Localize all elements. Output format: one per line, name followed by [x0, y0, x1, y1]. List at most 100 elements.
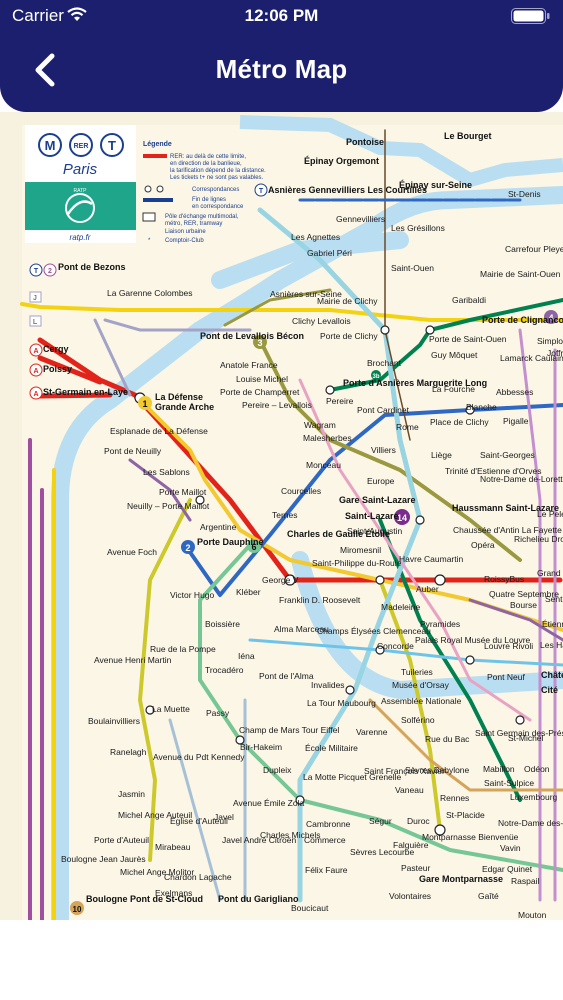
svg-text:ratp.fr: ratp.fr: [70, 233, 91, 242]
station-label-javel: Javel: [214, 812, 234, 822]
station-label-notre-dame-lorette: Notre-Dame de-Lorette: [480, 474, 563, 484]
station-label-pont-levallois: Pont de Levallois Bécon: [200, 331, 304, 341]
station-label-pont-alma: Pont de l'Alma: [259, 671, 314, 681]
station-label-mairie-clichy: Mairie de Clichy: [317, 296, 378, 306]
station-label-pereire: Pereire: [326, 396, 354, 406]
station-label-rue-pompe: Rue de la Pompe: [150, 644, 216, 654]
station-label-louvre-rivoli: Louvre Rivoli: [484, 641, 533, 651]
svg-text:A: A: [33, 348, 38, 355]
battery-icon: [511, 8, 551, 24]
station-label-st-denis: St-Denis: [508, 189, 541, 199]
station-label-avenue-foch: Avenue Foch: [107, 547, 157, 557]
station-label-havre-caumartin: Havre Caumartin: [399, 554, 464, 564]
station-label-montparnasse: Montparnasse Bienvenüe: [422, 832, 519, 842]
station-label-les-halles: Les Halles: [540, 640, 563, 650]
station-label-le-bourget: Le Bourget: [444, 131, 492, 141]
station-label-opera: Opéra: [471, 540, 495, 550]
station-label-kleber: Kléber: [236, 587, 261, 597]
station-label-miromesnil: Miromesnil: [340, 545, 381, 555]
station-label-st-germain: St-Germain en-Laye: [43, 387, 128, 397]
station-label-boulogne-pont-st-cloud: Boulogne Pont de St-Cloud: [86, 894, 203, 904]
station-label-gare-st-lazare: Gare Saint-Lazare: [339, 495, 416, 505]
station-label-odeon: Odéon: [524, 764, 550, 774]
svg-text:RER: au delà de cette limite,: RER: au delà de cette limite,: [170, 154, 246, 160]
station-label-avenue-emile-zola: Avenue Émile Zola: [233, 798, 304, 808]
station-label-pontoise: Pontoise: [346, 137, 384, 147]
station-label-grands-boulevards: Grand Boulev: [537, 568, 563, 578]
svg-text:T: T: [34, 268, 39, 275]
station-label-rennes: Rennes: [440, 793, 469, 803]
station-label-auber: Auber: [416, 584, 439, 594]
station-label-champ-mars: Champ de Mars Tour Eiffel: [239, 725, 339, 735]
station-label-iena: Iéna: [238, 651, 255, 661]
station-label-porte-dauphine: Porte Dauphine: [197, 537, 264, 547]
station-label-mairie-saint-ouen: Mairie de Saint-Ouen: [480, 269, 561, 279]
station-label-jasmin: Jasmin: [118, 789, 145, 799]
station-label-saint-ouen: Saint-Ouen: [391, 263, 434, 273]
station-label-concorde: Concorde: [377, 641, 414, 651]
svg-text:A: A: [33, 368, 38, 375]
station-label-pereire-levallois: Pereire – Levallois: [242, 400, 312, 410]
station-label-garibaldi: Garibaldi: [452, 295, 486, 305]
station-label-roissybus: RoissyBus: [484, 574, 524, 584]
station-label-commerce: Commerce: [304, 835, 346, 845]
station-label-richelieu: Richelieu Drouot: [514, 534, 563, 544]
station-label-courcelles: Courcelles: [281, 486, 321, 496]
station-label-vaneau: Vaneau: [395, 785, 424, 795]
svg-text:RER: RER: [74, 143, 89, 150]
svg-text:Les tickets t+ ne sont pas val: Les tickets t+ ne sont pas valables.: [170, 175, 264, 181]
station-label-pont-neuilly: Pont de Neuilly: [104, 446, 162, 456]
svg-text:L: L: [33, 319, 38, 326]
station-label-sevres-babylone: Sèvres Babylone: [405, 765, 470, 775]
station-label-assemblee: Assemblée Nationale: [381, 696, 462, 706]
station-label-esplanade: Esplanade de La Défense: [110, 426, 208, 436]
station-label-franklin: Franklin D. Roosevelt: [279, 595, 361, 605]
station-label-ecole-militaire: École Militaire: [305, 743, 358, 753]
station-label-raspail: Raspail: [511, 876, 539, 886]
station-label-gare-montparnasse: Gare Montparnasse: [419, 874, 503, 884]
station-label-pont-neuf: Pont Neuf: [487, 672, 525, 682]
svg-text:en direction de la banlieue,: en direction de la banlieue,: [170, 161, 242, 167]
station-label-passy: Passy: [206, 708, 230, 718]
station-label-volontaires: Volontaires: [389, 891, 431, 901]
station-label-ranelagh: Ranelagh: [110, 747, 147, 757]
station-label-brochant: Brochant: [367, 358, 402, 368]
station-label-argentine: Argentine: [200, 522, 237, 532]
ratp-logo: M RER T Paris RATP ratp.fr: [25, 125, 136, 243]
station-label-ternes: Ternes: [272, 510, 298, 520]
station-label-solferino: Solférino: [401, 715, 435, 725]
station-label-neuilly-pm: Neuilly – Porte Maillot: [127, 501, 210, 511]
navigation-bar: Carrier 12:06 PM Métro Map: [0, 0, 563, 112]
station-label-avenue-henri-martin: Avenue Henri Martin: [94, 655, 172, 665]
station-label-anatole-france: Anatole France: [220, 360, 278, 370]
metro-map-view[interactable]: 1 2 3 6 14 10 4 3b M RER T Paris RATP ra…: [0, 112, 563, 920]
station-label-saint-placide: St-Placide: [446, 810, 485, 820]
station-label-rue-du-bac: Rue du Bac: [425, 734, 470, 744]
station-label-jules-joffrin: Joffr: [547, 348, 563, 358]
station-label-pyramides: Pyramides: [420, 619, 460, 629]
station-label-boucicaut: Boucicaut: [291, 903, 329, 913]
station-label-notre-dame-champs: Notre-Dame des-Champs: [498, 818, 563, 828]
station-label-chatelet: Châtel: [541, 670, 563, 680]
status-time: 12:06 PM: [244, 6, 319, 25]
station-label-gresillons: Les Grésillons: [391, 223, 445, 233]
station-label-saint-georges: Saint-Georges: [480, 450, 535, 460]
station-label-la-tour-maubourg: La Tour Maubourg: [307, 698, 376, 708]
station-label-champs-elysees: Champs Élysées Clemenceau: [317, 626, 431, 636]
svg-text:Comptoir-Club: Comptoir-Club: [165, 238, 204, 244]
station-label-pont-garigliano: Pont du Garigliano: [218, 894, 299, 904]
station-label-porte-clignancourt: Porte de Clignancourt: [482, 315, 563, 325]
station-label-guy-moquet: Guy Môquet: [431, 350, 478, 360]
svg-text:T: T: [259, 188, 264, 195]
svg-text:Paris: Paris: [63, 161, 98, 178]
svg-text:Correspondances: Correspondances: [192, 187, 239, 193]
station-label-st-philippe: Saint-Philippe du-Roule: [312, 558, 402, 568]
station-label-cite: Cité: [541, 685, 558, 695]
station-label-place-clichy: Place de Clichy: [430, 417, 489, 427]
bottom-safe-area: [0, 920, 563, 1000]
status-bar: Carrier 12:06 PM: [0, 6, 563, 26]
station-label-vavin: Vavin: [500, 843, 521, 853]
station-label-avenue-kennedy: Avenue du Pdt Kennedy: [153, 752, 245, 762]
station-label-rome: Rome: [396, 422, 419, 432]
station-label-poissy: Poissy: [43, 364, 72, 374]
